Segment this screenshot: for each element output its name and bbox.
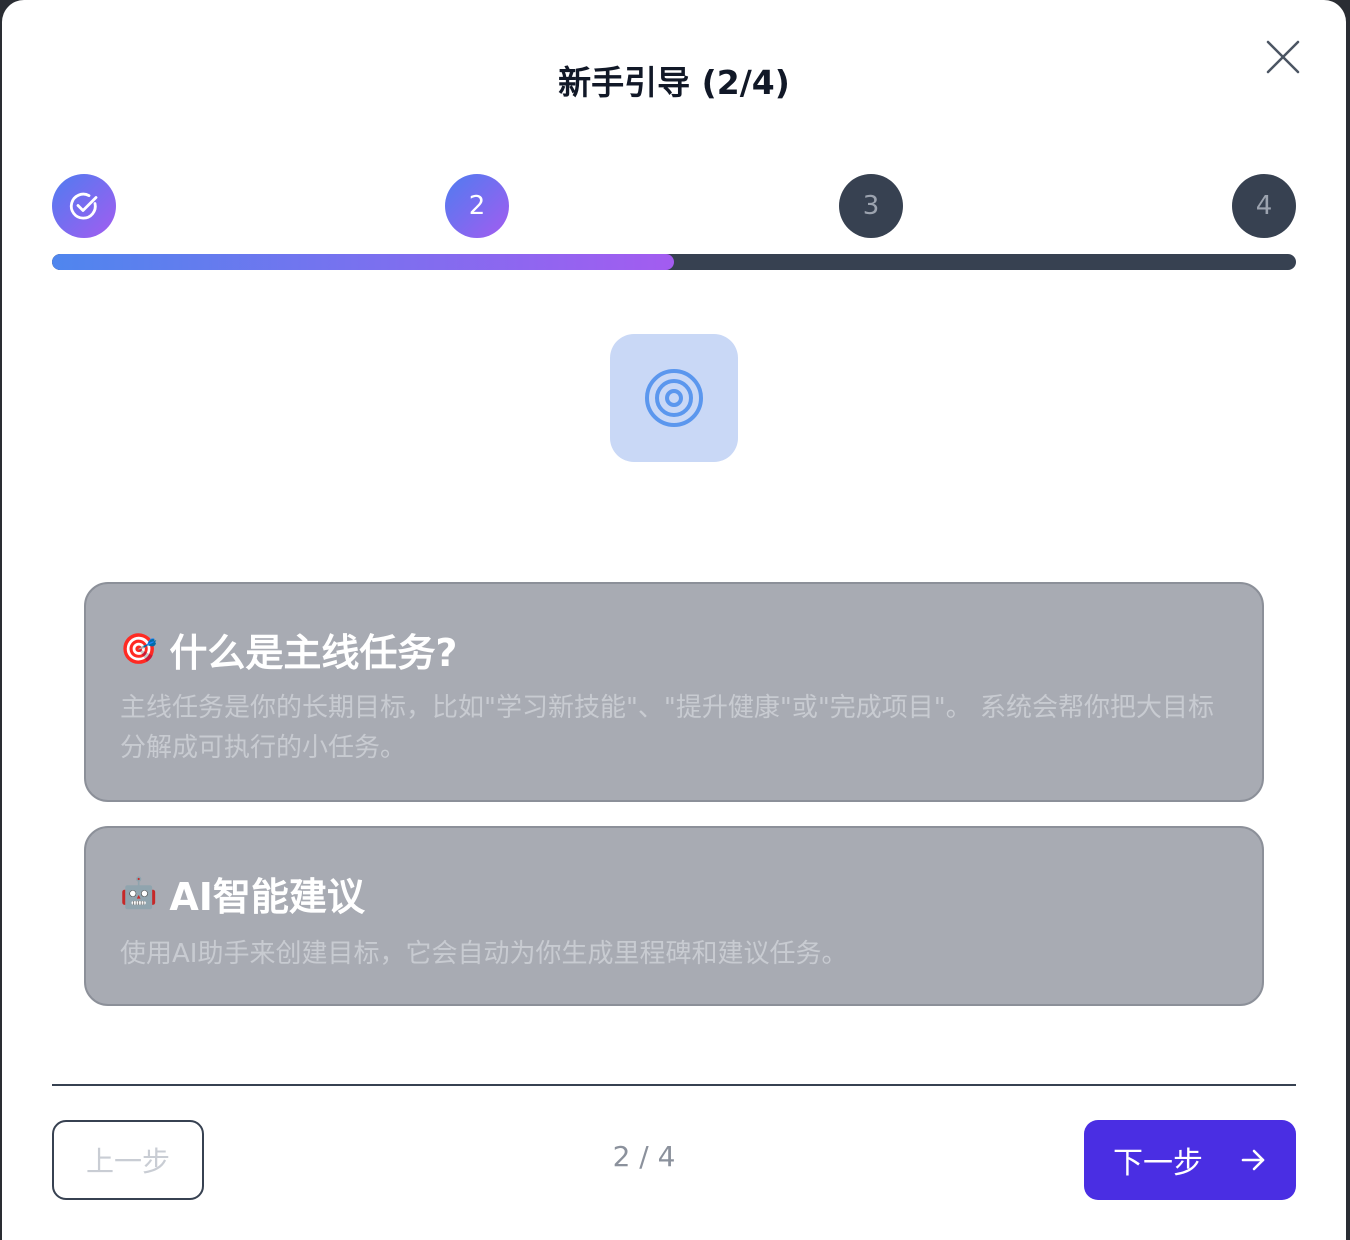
footer-divider <box>52 1084 1296 1086</box>
next-button[interactable]: 下一步 <box>1084 1120 1296 1200</box>
card-description: 使用AI助手来创建目标，它会自动为你生成里程碑和建议任务。 <box>120 939 848 969</box>
step-3: 3 <box>839 174 903 238</box>
card-title: AI智能建议 <box>169 875 365 919</box>
step-1-completed <box>52 174 116 238</box>
card-description: 主线任务是你的长期目标，比如"学习新技能"、"提升健康"或"完成项目"。 系统会… <box>120 693 1215 763</box>
target-icon <box>645 369 703 427</box>
robot-emoji-icon: 🤖 <box>120 876 158 911</box>
target-emoji-icon: 🎯 <box>120 632 158 667</box>
progress-fill <box>52 254 674 270</box>
prev-button[interactable]: 上一步 <box>52 1120 204 1200</box>
info-card-ai-suggestions: 🤖 AI智能建议 使用AI助手来创建目标，它会自动为你生成里程碑和建议任务。 <box>84 826 1264 1006</box>
dialog-title: 新手引导 (2/4) <box>558 63 790 102</box>
onboarding-dialog: 新手引导 (2/4) 2 3 4 🎯 什么是主线任务? 主线任务是你的长期目标，… <box>2 0 1346 1240</box>
info-card-main-quest: 🎯 什么是主线任务? 主线任务是你的长期目标，比如"学习新技能"、"提升健康"或… <box>84 582 1264 802</box>
next-button-label: 下一步 <box>1113 1146 1203 1181</box>
progress-track <box>52 254 1296 270</box>
step-2-current: 2 <box>445 174 509 238</box>
close-icon[interactable] <box>1262 34 1306 78</box>
card-title: 什么是主线任务? <box>169 631 458 675</box>
page-indicator: 2 / 4 <box>612 1140 676 1173</box>
step-4: 4 <box>1232 174 1296 238</box>
arrow-right-icon <box>1241 1149 1265 1171</box>
check-circle-icon <box>69 192 98 220</box>
hero-icon-tile <box>610 334 738 462</box>
